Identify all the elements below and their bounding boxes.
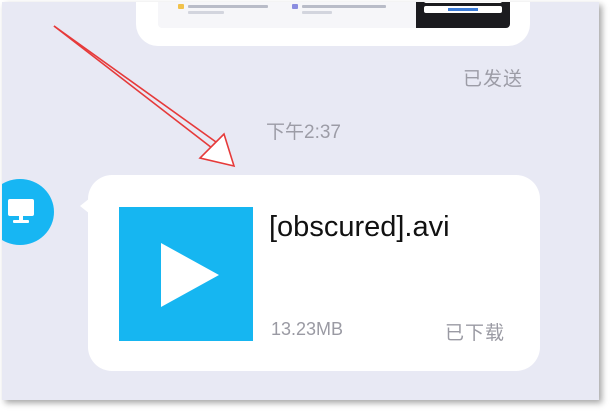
desktop-computer-icon	[8, 199, 34, 223]
thumbnail-text-line	[188, 11, 224, 14]
file-name[interactable]: [obscured].avi	[269, 211, 450, 244]
thumbnail-phone-panel	[416, 2, 510, 28]
file-size: 13.23MB	[271, 319, 344, 339]
sender-avatar[interactable]	[2, 179, 54, 245]
play-icon	[161, 243, 219, 307]
file-icon	[292, 4, 298, 9]
thumbnail-text-line	[188, 5, 268, 8]
thumbnail-button	[424, 2, 502, 3]
folder-icon	[178, 4, 184, 9]
thumbnail-text-line	[302, 11, 332, 14]
thumbnail-text-line	[302, 5, 386, 8]
chat-window: 已发送 下午2:37 [obscured].avi 13.23MB 已下载	[2, 2, 599, 400]
download-status-label: 已下载	[445, 323, 506, 344]
thumbnail-button	[424, 6, 502, 13]
previous-message-bubble[interactable]	[136, 2, 530, 46]
previous-message-screenshot-thumbnail[interactable]	[158, 2, 510, 28]
time-divider: 下午2:37	[266, 122, 341, 143]
sent-status-label: 已发送	[463, 69, 524, 90]
video-thumbnail[interactable]	[119, 207, 253, 341]
file-message-bubble[interactable]: [obscured].avi 13.23MB 已下载	[88, 175, 540, 371]
